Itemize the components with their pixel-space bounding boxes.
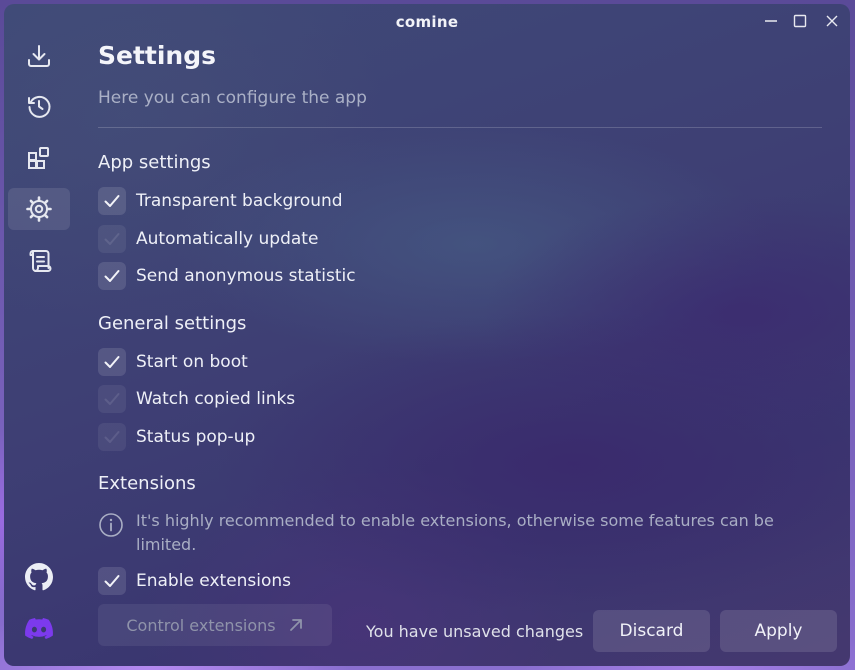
option-transparent-background[interactable]: Transparent background: [98, 187, 343, 215]
option-start-on-boot[interactable]: Start on boot: [98, 348, 248, 376]
option-watch-copied-links[interactable]: Watch copied links: [98, 385, 295, 413]
app-window: comine Settings Here you can configure t…: [4, 4, 850, 666]
option-send-anonymous-statistic[interactable]: Send anonymous statistic: [98, 262, 356, 290]
sidebar-item-history[interactable]: [8, 85, 70, 127]
scroll-icon: [29, 250, 52, 272]
control-extensions-label: Control extensions: [126, 615, 276, 635]
checkmark-icon: [104, 575, 120, 587]
option-enable-extensions[interactable]: Enable extensions: [98, 567, 291, 595]
sidebar-item-logs[interactable]: [8, 240, 70, 282]
section-title-app-settings: App settings: [98, 152, 211, 173]
checkbox[interactable]: [98, 348, 126, 376]
discard-button[interactable]: Discard: [593, 610, 710, 652]
option-label: Status pop-up: [136, 427, 256, 447]
checkbox[interactable]: [98, 423, 126, 451]
info-text: It's highly recommended to enable extens…: [136, 511, 774, 554]
sidebar-item-download[interactable]: [8, 35, 70, 77]
gear-icon: [26, 196, 52, 222]
settings-content: Settings Here you can configure the app …: [98, 4, 850, 666]
option-label: Start on boot: [136, 352, 248, 372]
control-extensions-button[interactable]: Control extensions: [98, 604, 332, 646]
checkbox[interactable]: [98, 225, 126, 253]
option-status-popup[interactable]: Status pop-up: [98, 423, 255, 451]
checkbox[interactable]: [98, 262, 126, 290]
page-subtitle: Here you can configure the app: [98, 88, 367, 108]
checkbox[interactable]: [98, 567, 126, 595]
checkmark-icon: [104, 270, 120, 282]
option-label: Send anonymous statistic: [136, 266, 356, 286]
checkmark-icon: [104, 431, 120, 443]
option-label: Automatically update: [136, 229, 319, 249]
extensions-info: It's highly recommended to enable extens…: [98, 509, 778, 557]
apply-button[interactable]: Apply: [720, 610, 837, 652]
section-title-general-settings: General settings: [98, 313, 247, 334]
checkbox[interactable]: [98, 385, 126, 413]
section-title-extensions: Extensions: [98, 473, 196, 494]
checkmark-icon: [104, 393, 120, 405]
sidebar-item-settings[interactable]: [8, 188, 70, 230]
info-icon: [99, 513, 123, 537]
download-icon: [28, 45, 50, 67]
sidebar-item-extensions[interactable]: [8, 137, 70, 179]
discord-icon: [25, 618, 53, 639]
option-label: Watch copied links: [136, 389, 296, 409]
checkmark-icon: [104, 356, 120, 368]
page-title: Settings: [98, 41, 217, 70]
sidebar-item-github[interactable]: [8, 556, 70, 598]
divider: [98, 127, 822, 128]
unsaved-changes-text: You have unsaved changes: [366, 622, 584, 641]
checkbox[interactable]: [98, 187, 126, 215]
option-automatically-update[interactable]: Automatically update: [98, 225, 318, 253]
checkmark-icon: [104, 233, 120, 245]
checkmark-icon: [104, 195, 120, 207]
external-arrow-icon: [289, 619, 302, 631]
option-label: Transparent background: [136, 191, 343, 211]
github-icon: [25, 563, 53, 591]
option-label: Enable extensions: [136, 571, 292, 591]
history-icon: [28, 95, 51, 118]
sidebar-item-discord[interactable]: [8, 608, 70, 650]
extensions-icon: [28, 147, 49, 169]
